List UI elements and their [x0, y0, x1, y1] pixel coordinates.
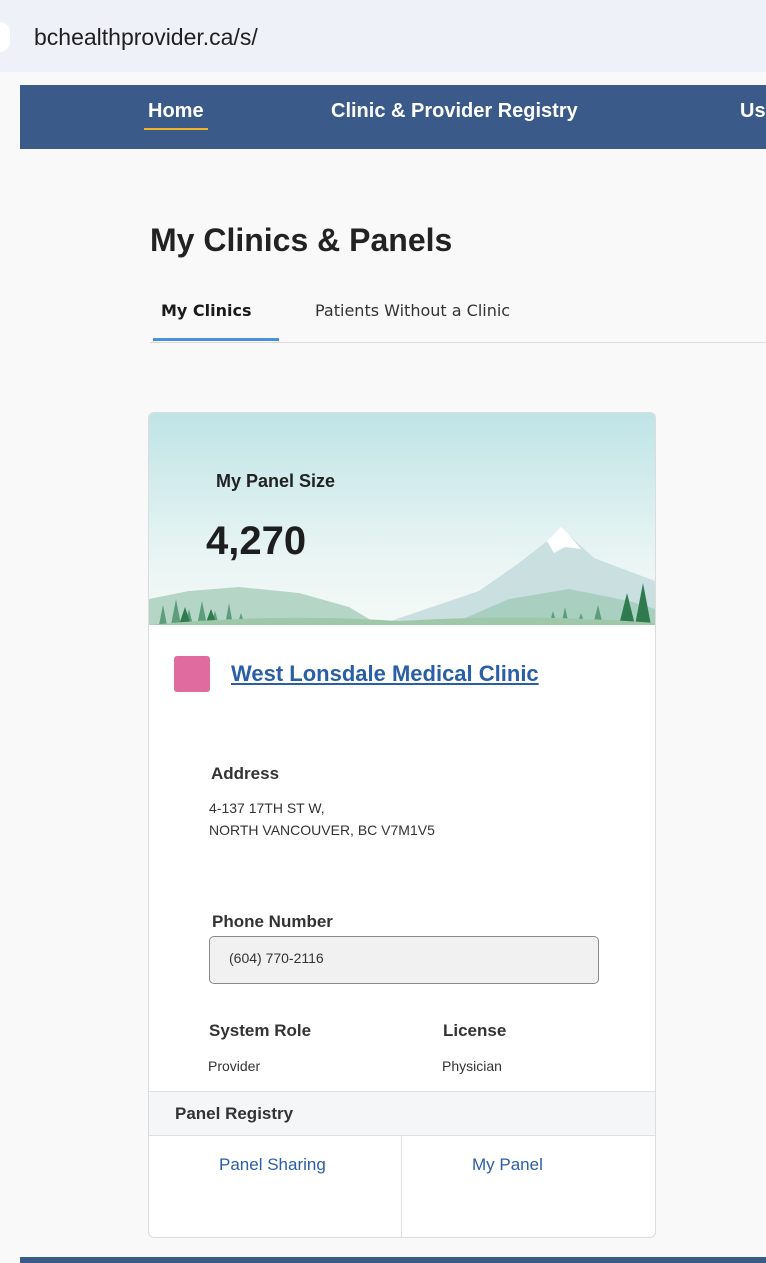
panel-size-banner: My Panel Size 4,270 [149, 413, 655, 625]
license-label: License [443, 1021, 507, 1040]
tab-patients-without-clinic[interactable]: Patients Without a Clinic [315, 300, 510, 322]
panel-sharing-label: Panel Sharing [219, 1155, 326, 1174]
panel-size-value: 4,270 [206, 519, 307, 563]
nav-item-truncated[interactable]: Us [740, 98, 766, 124]
url-text[interactable]: bchealthprovider.ca/s/ [34, 22, 258, 52]
clinic-name-link[interactable]: West Lonsdale Medical Clinic [231, 661, 539, 687]
browser-address-bar[interactable]: bchealthprovider.ca/s/ [0, 0, 766, 72]
system-role-value: Provider [208, 1058, 261, 1074]
nav-item-clinic-provider-registry[interactable]: Clinic & Provider Registry [331, 98, 578, 124]
my-panel-label: My Panel [472, 1155, 543, 1174]
panel-sharing-button[interactable]: Panel Sharing [149, 1136, 401, 1237]
phone-number-value: (604) 770-2116 [229, 950, 324, 966]
system-role-label: System Role [209, 1021, 312, 1040]
address-bar-left-edge [0, 22, 10, 52]
clinic-color-swatch [174, 656, 210, 692]
panel-size-label: My Panel Size [216, 471, 336, 491]
tab-my-clinics[interactable]: My Clinics [161, 300, 252, 322]
active-tab-indicator [153, 338, 279, 341]
my-panel-button[interactable]: My Panel [402, 1136, 655, 1237]
address-label: Address [211, 764, 280, 783]
phone-number-field[interactable]: (604) 770-2116 [209, 936, 599, 984]
page-title: My Clinics & Panels [150, 222, 453, 258]
footer-bar [20, 1257, 766, 1263]
address-line-2: NORTH VANCOUVER, BC V7M1V5 [209, 822, 435, 838]
clinic-card: My Panel Size 4,270 West Lonsdale Medica… [148, 412, 656, 1238]
panel-registry-label: Panel Registry [175, 1104, 294, 1123]
license-value: Physician [442, 1058, 502, 1074]
nav-item-home[interactable]: Home [144, 98, 208, 130]
top-navigation: Home Clinic & Provider Registry Us [20, 85, 766, 149]
address-line-1: 4-137 17TH ST W, [209, 800, 325, 816]
panel-registry-header: Panel Registry [149, 1092, 655, 1135]
clinic-tabs: My Clinics Patients Without a Clinic [150, 290, 766, 343]
phone-label: Phone Number [212, 912, 333, 931]
